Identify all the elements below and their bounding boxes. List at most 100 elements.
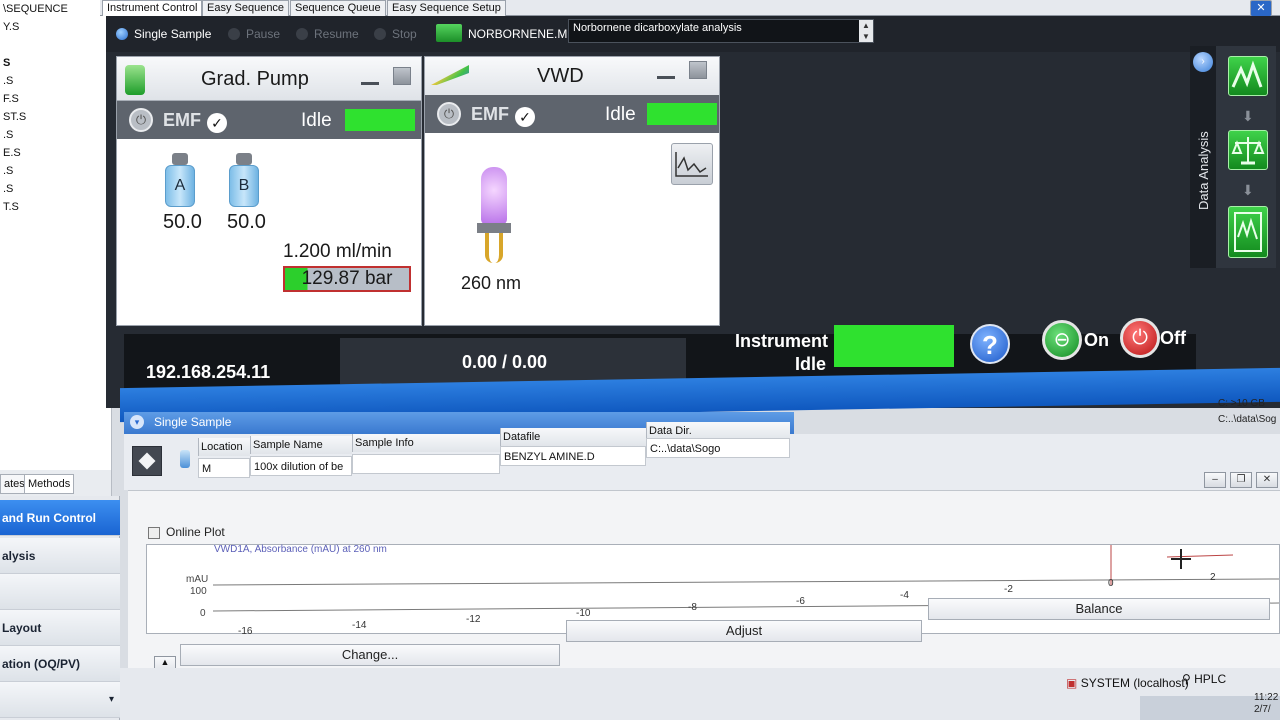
vial-icon [180,450,190,468]
online-plot-title: Online Plot [166,525,225,539]
peak-integration-icon[interactable] [1228,56,1268,96]
x-tick: -4 [900,590,909,601]
method-button[interactable]: NORBORNENE.M [436,24,567,42]
close-icon[interactable]: ✕ [1256,472,1278,488]
data-dir-cell[interactable]: C:..\data\Sogo [646,438,790,458]
spectrum-icon [431,65,469,85]
tree-item[interactable]: \SEQUENCE [0,0,111,18]
close-icon[interactable]: ✕ [1250,0,1272,16]
x-tick: -14 [352,620,367,631]
tree-item[interactable]: T.S [0,198,111,216]
check-icon: ✓ [207,113,227,133]
nav-expand-icon[interactable]: ▾ [0,682,120,718]
report-icon[interactable] [1228,206,1268,258]
plot-window-icon [148,527,160,539]
x-tick: -12 [466,614,481,625]
tab-sequence-queue[interactable]: Sequence Queue [290,0,386,16]
tab-instrument-control[interactable]: Instrument Control [102,0,203,16]
power-off-label: Off [1160,328,1186,348]
collapse-icon[interactable]: ▾ [130,415,144,429]
left-nav: and Run Control alysis Layout ation (OQ/… [0,496,120,720]
bottle-a-label: A [165,165,195,207]
minimize-icon[interactable] [361,71,379,85]
tree-item[interactable]: .S [0,72,111,90]
tab-easy-sequence-setup[interactable]: Easy Sequence Setup [387,0,506,16]
scroll-arrows-icon[interactable]: ▲ ▼ [859,20,873,42]
tab-methods[interactable]: Methods [24,474,75,494]
method-description: Norbornene dicarboxylate analysis [573,22,742,34]
solvent-b-percent: 50.0 [227,211,266,233]
pause-icon [228,28,240,40]
instrument-label: Instrument [734,331,828,351]
run-progress: 0.00 / 0.00 [462,352,548,372]
y-tick: 100 [190,586,207,597]
sample-options-icon[interactable] [132,446,162,476]
play-icon [116,28,128,40]
tree-item[interactable] [0,36,111,54]
method-description-field[interactable]: Norbornene dicarboxylate analysis ▲ ▼ [568,19,874,43]
chevron-right-icon[interactable]: › [1193,52,1213,72]
power-off-button[interactable]: ⏻ [1120,318,1160,358]
tree-item[interactable]: S [0,54,111,72]
single-sample-button[interactable]: Single Sample [116,26,211,42]
power-icon[interactable]: ⏻ [129,108,153,132]
lamp-icon [477,167,515,277]
tree-item[interactable]: .S [0,180,111,198]
nav-verification[interactable]: ation (OQ/PV) [0,646,120,682]
vwd-title: VWD [537,65,584,87]
power-on-label: On [1084,330,1109,350]
disk-free-space: C: >10 GB [1218,398,1265,409]
power-icon[interactable]: ⏻ [437,102,461,126]
check-icon: ✓ [515,107,535,127]
restore-icon[interactable]: ❐ [1230,472,1252,488]
x-tick: 2 [1210,572,1216,583]
arrow-down-icon: ⬇ [1242,182,1254,198]
column-sample-info: Sample Info [352,434,500,452]
tree-item[interactable]: ST.S [0,108,111,126]
resume-icon [296,28,308,40]
tree-item[interactable]: .S [0,162,111,180]
tree-item[interactable]: F.S [0,90,111,108]
power-on-button[interactable]: ⊖ [1042,320,1082,360]
nav-data-analysis[interactable]: alysis [0,538,120,574]
x-tick: -6 [796,596,805,607]
method-tree[interactable]: \SEQUENCE Y.S S .S F.S ST.S .S E.S .S .S… [0,0,112,470]
data-analysis-icons: ⬇ ⬇ [1216,46,1276,268]
nav-method-run-control[interactable]: and Run Control [0,500,120,536]
method-book-icon [436,24,462,42]
tree-item[interactable]: E.S [0,144,111,162]
tab-easy-sequence[interactable]: Easy Sequence [202,0,290,16]
signal-plot-icon[interactable] [671,143,713,185]
tree-item[interactable]: .S [0,126,111,144]
instrument-idle-indicator [834,325,954,367]
x-tick: -16 [238,626,253,637]
help-button[interactable]: ? [970,324,1010,364]
location-cell[interactable]: M [198,458,250,478]
datafile-cell[interactable]: BENZYL AMINE.D [500,446,646,466]
sample-info-cell[interactable] [352,454,500,474]
minimize-icon[interactable] [657,65,675,79]
adjust-button[interactable]: Adjust [566,620,922,642]
clock-date: 2/7/ [1254,704,1271,715]
instrument-ip-address: 192.168.254.11 [146,362,271,382]
disk-info: C: >10 GB C:..\data\Sog [1218,396,1276,428]
maximize-icon[interactable] [393,67,411,85]
column-location: Location [198,438,250,456]
balance-button[interactable]: Balance [928,598,1270,620]
maximize-icon[interactable] [689,61,707,79]
calibration-scale-icon[interactable] [1228,130,1268,170]
change-button[interactable]: Change... [180,644,560,666]
vwd-status: Idle [605,104,636,125]
minimize-icon[interactable]: – [1204,472,1226,488]
x-tick: -10 [576,608,591,619]
tree-item[interactable]: Y.S [0,18,111,36]
pump-emf-label: EMF [163,110,201,130]
system-status: ▣ SYSTEM (localhost) [1066,676,1189,690]
stop-button[interactable]: Stop [374,26,417,42]
nav-report-layout[interactable]: Layout [0,610,120,646]
sample-name-cell[interactable]: 100x dilution of be [250,456,352,476]
resume-button[interactable]: Resume [296,26,359,42]
nav-item[interactable] [0,574,120,610]
pause-button[interactable]: Pause [228,26,280,42]
module-grad-pump: Grad. Pump ⏻ EMF ✓ Idle A B 50.0 50.0 1.… [116,56,422,326]
